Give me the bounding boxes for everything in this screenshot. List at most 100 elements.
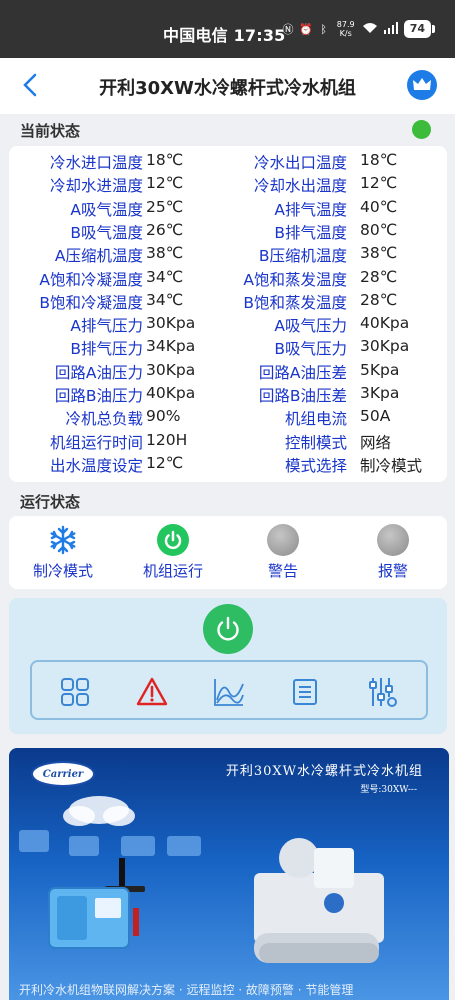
- battery-cap: [432, 25, 435, 33]
- param-value: 网络: [360, 433, 392, 452]
- run-item-unit-running[interactable]: 机组运行: [123, 524, 223, 581]
- nfc-icon: Ⓝ: [282, 23, 294, 36]
- crown-icon: [413, 78, 431, 90]
- cloud-icon: [63, 796, 135, 826]
- param-label: 控制模式: [284, 433, 347, 452]
- param-row: A排气压力 30Kpa A吸气压力 40Kpa: [9, 314, 447, 337]
- param-value: 25℃: [146, 197, 184, 216]
- param-value: 18℃: [360, 151, 398, 169]
- bluetooth-icon: ᛒ: [320, 22, 327, 36]
- alarm-log-button[interactable]: [135, 675, 169, 709]
- param-row: 冷却水进温度 12℃ 冷却水出温度 12℃: [9, 174, 447, 197]
- warning-icon: [136, 677, 168, 706]
- run-item-alarm[interactable]: 报警: [343, 524, 443, 581]
- run-item-label: 制冷模式: [32, 562, 93, 580]
- param-value: 18℃: [146, 151, 184, 169]
- params-card: 冷水进口温度 18℃ 冷水出口温度 18℃ 冷却水进温度 12℃ 冷却水出温度 12℃ A吸气温…: [9, 146, 447, 482]
- run-state-card: 制冷模式 机组运行 警告 报警: [9, 516, 447, 589]
- param-value: 50A: [360, 407, 391, 426]
- param-value: 12℃: [360, 174, 398, 193]
- list-icon: [293, 679, 317, 705]
- param-row: B排气压力 34Kpa B吸气压力 30Kpa: [9, 337, 447, 360]
- param-row: 出水温度设定 12℃ 模式选择 制冷模式: [9, 454, 447, 477]
- param-label: 回路A油压差: [258, 363, 347, 382]
- param-value: 3Kpa: [360, 384, 400, 402]
- run-item-cooling-mode[interactable]: 制冷模式: [13, 524, 113, 581]
- run-item-label: 警告: [267, 562, 298, 580]
- param-value: 12℃: [146, 174, 184, 193]
- param-label: 回路B油压力: [54, 387, 143, 405]
- control-panel: [9, 598, 447, 734]
- current-state-title: 当前状态: [20, 122, 81, 140]
- param-value: 26℃: [146, 220, 184, 239]
- network-speed: 87.9 K/s: [336, 20, 355, 38]
- online-status-indicator: [412, 120, 431, 139]
- param-value: 90%: [146, 407, 181, 426]
- page-title: 开利30XW水冷螺杆式冷水机组: [99, 78, 356, 99]
- param-row: 回路B油压力 40Kpa 回路B油压差 3Kpa: [9, 384, 447, 407]
- param-row: 机组运行时间 120H 控制模式 网络: [9, 431, 447, 454]
- run-item-label: 机组运行: [142, 562, 203, 580]
- param-label: A排气温度: [274, 200, 347, 219]
- param-label: A压缩机温度: [54, 247, 143, 266]
- param-row: A压缩机温度 38℃ B压缩机温度 38℃: [9, 244, 447, 267]
- param-label: B排气压力: [70, 340, 143, 359]
- param-row: 回路A油压力 30Kpa 回路A油压差 5Kpa: [9, 361, 447, 384]
- param-value: 38℃: [360, 244, 398, 263]
- param-value: 28℃: [360, 267, 398, 286]
- tool-bar: [30, 660, 428, 720]
- param-label: B吸气压力: [274, 340, 347, 359]
- param-value: 28℃: [360, 290, 398, 309]
- alarm-clock-icon: ⏰: [298, 22, 313, 36]
- trend-button[interactable]: [212, 675, 246, 709]
- records-button[interactable]: [288, 675, 322, 709]
- carrier-time-text: 中国电信 17:35: [163, 26, 286, 45]
- param-row: A饱和冷凝温度 34℃ A饱和蒸发温度 28℃: [9, 268, 447, 291]
- power-on-icon: [157, 524, 189, 556]
- param-value: 40Kpa: [360, 314, 410, 333]
- param-value: 30Kpa: [146, 360, 196, 379]
- platform-icons: [19, 830, 201, 856]
- param-value: 34℃: [146, 267, 184, 286]
- param-row: A吸气温度 25℃ A排气温度 40℃: [9, 198, 447, 221]
- sliders-icon: [369, 678, 397, 707]
- param-value: 30Kpa: [360, 337, 410, 356]
- param-label: B饱和蒸发温度: [243, 293, 347, 312]
- chart-icon: [214, 679, 244, 706]
- gateway-device: [48, 887, 139, 949]
- snowflake-icon: [47, 524, 79, 556]
- param-label: 机组电流: [284, 410, 347, 429]
- param-value: 34Kpa: [146, 337, 196, 356]
- param-label: 冷却水出温度: [253, 177, 347, 196]
- run-item-label: 报警: [377, 562, 408, 580]
- power-button[interactable]: [203, 604, 253, 654]
- param-label: 回路A油压力: [54, 363, 143, 382]
- signal-icon: [383, 21, 399, 37]
- param-value: 30Kpa: [146, 314, 196, 333]
- run-item-warning[interactable]: 警告: [233, 524, 333, 581]
- banner-illustration: [19, 796, 384, 963]
- param-value: 34℃: [146, 290, 184, 309]
- banner-bottom-text: 开利冷水机组物联网解决方案 · 远程监控 · 故障预警 · 节能管理: [19, 983, 354, 997]
- param-label: 回路B油压差: [258, 387, 347, 405]
- overview-button[interactable]: [58, 675, 92, 709]
- param-label: B饱和冷凝温度: [39, 293, 143, 312]
- param-value: 40℃: [360, 197, 398, 216]
- param-label: 冷水出口温度: [253, 154, 347, 172]
- param-label: B压缩机温度: [258, 247, 347, 266]
- param-value: 5Kpa: [360, 360, 400, 379]
- param-label: 冷水进口温度: [49, 154, 143, 172]
- vip-button[interactable]: [407, 70, 437, 100]
- param-label: B排气温度: [274, 223, 347, 242]
- param-label: 模式选择: [284, 456, 347, 475]
- wifi-icon: [362, 22, 378, 37]
- run-state-title: 运行状态: [20, 493, 81, 511]
- param-label: 机组运行时间: [49, 433, 143, 452]
- param-value: 制冷模式: [360, 456, 423, 475]
- param-label: A吸气温度: [70, 200, 143, 219]
- param-label: A饱和冷凝温度: [39, 270, 143, 289]
- settings-button[interactable]: [366, 675, 400, 709]
- param-label: 冷却水进温度: [49, 177, 143, 196]
- param-label: B吸气温度: [70, 223, 143, 242]
- alarm-indicator-icon: [377, 524, 409, 556]
